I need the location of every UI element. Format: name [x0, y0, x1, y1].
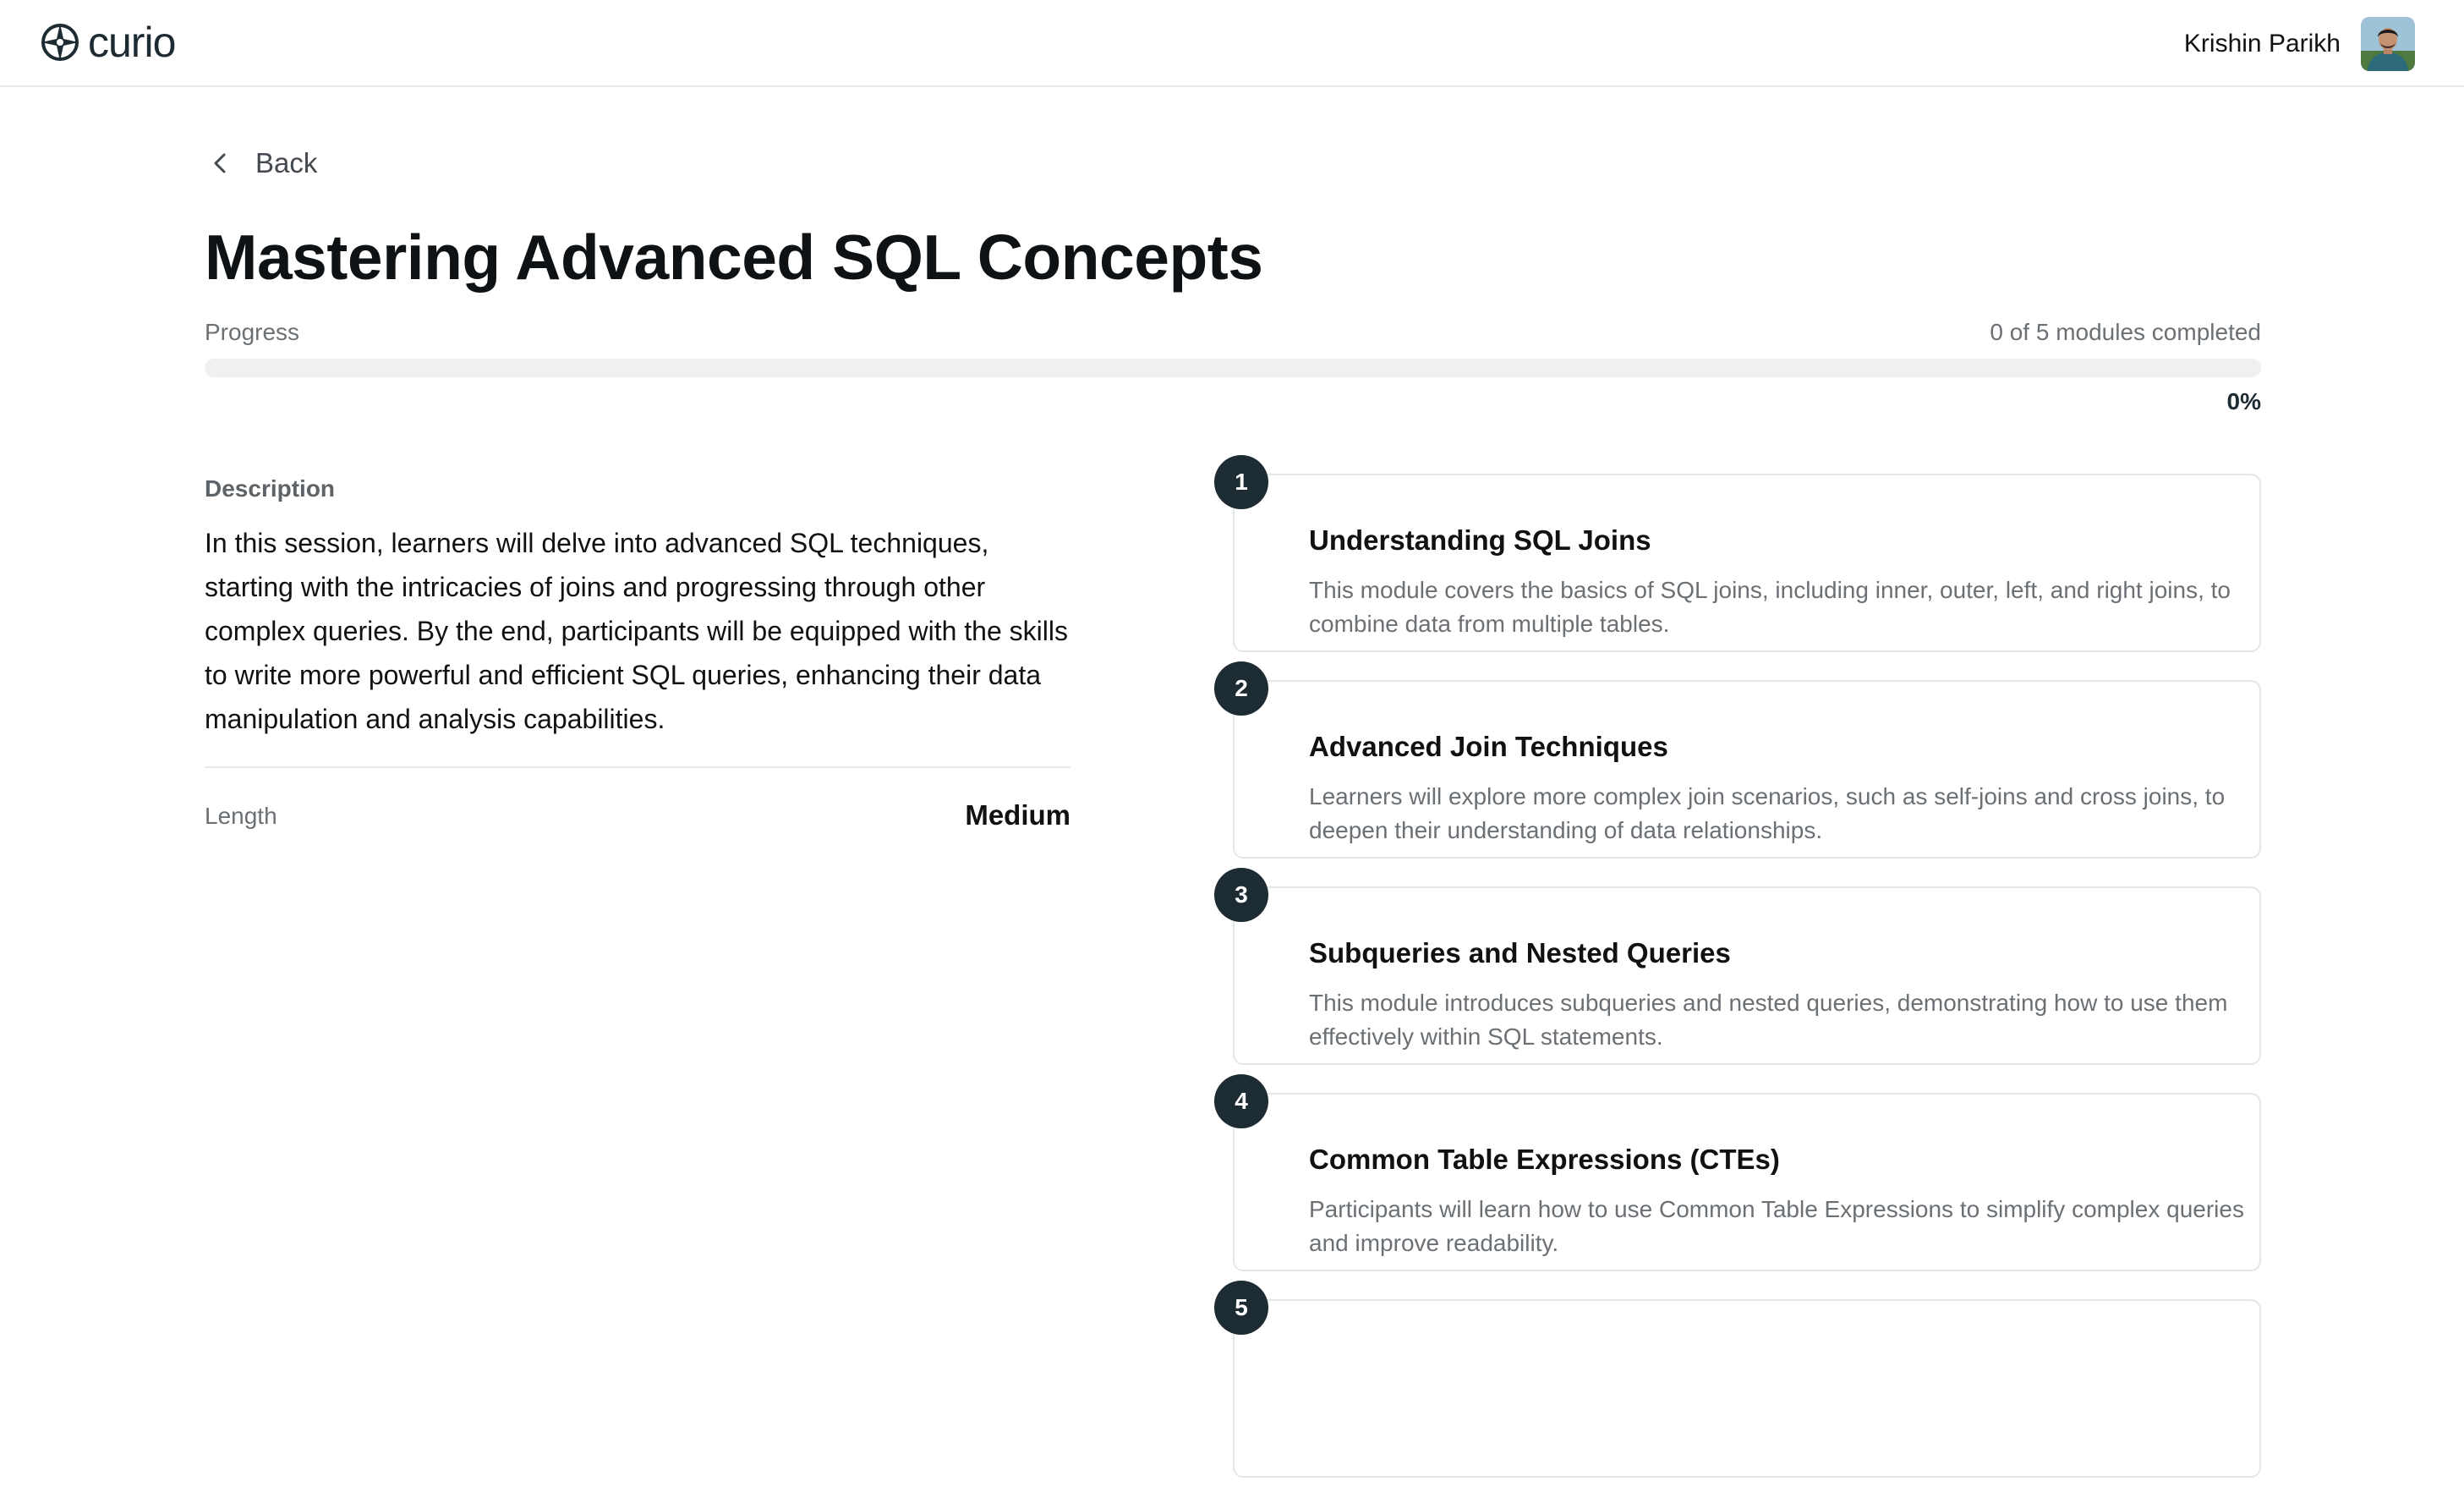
divider: [205, 766, 1070, 768]
module-card[interactable]: Advanced Join Techniques Learners will e…: [1233, 680, 2261, 859]
user-name: Krishin Parikh: [2183, 30, 2341, 58]
module-description: Learners will explore more complex join …: [1309, 783, 2226, 843]
module-description: Participants will learn how to use Commo…: [1309, 1196, 2244, 1256]
module-title: Advanced Join Techniques: [1309, 731, 1668, 762]
module-item: 5: [1214, 1281, 2263, 1487]
user-menu[interactable]: Krishin Parikh: [2184, 17, 2415, 71]
description-heading: Description: [205, 475, 336, 502]
module-number-badge: 1: [1214, 455, 1268, 509]
module-card[interactable]: Common Table Expressions (CTEs) Particip…: [1233, 1093, 2261, 1271]
brand-logo[interactable]: curio: [41, 17, 176, 68]
top-header: curio Krishin Parikh: [0, 0, 2464, 87]
module-title: Subqueries and Nested Queries: [1309, 937, 1731, 968]
chevron-left-icon: [214, 153, 226, 173]
module-number-badge: 5: [1214, 1281, 1268, 1335]
module-title: Common Table Expressions (CTEs): [1309, 1144, 1780, 1175]
module-number-badge: 2: [1214, 661, 1268, 716]
module-description: This module covers the basics of SQL joi…: [1309, 577, 2231, 637]
module-number-badge: 3: [1214, 868, 1268, 922]
avatar[interactable]: [2361, 17, 2415, 71]
module-list: 1 Understanding SQL Joins This module co…: [1214, 455, 2263, 1487]
compass-star-logo-icon: [41, 24, 79, 61]
back-label: Back: [255, 147, 318, 178]
progress-count: 0 of 5 modules completed: [1990, 319, 2261, 345]
progress-label: Progress: [205, 319, 300, 345]
module-item: 4 Common Table Expressions (CTEs) Partic…: [1214, 1074, 2263, 1281]
module-description: This module introduces subqueries and ne…: [1309, 990, 2228, 1050]
module-card[interactable]: [1233, 1299, 2261, 1478]
module-item: 3 Subqueries and Nested Queries This mod…: [1214, 868, 2263, 1074]
module-card[interactable]: Understanding SQL Joins This module cove…: [1233, 474, 2261, 652]
back-button[interactable]: Back: [208, 142, 317, 184]
brand-name: curio: [88, 19, 176, 66]
page-title: Mastering Advanced SQL Concepts: [205, 222, 1263, 293]
module-item: 1 Understanding SQL Joins This module co…: [1214, 455, 2263, 661]
module-title: Understanding SQL Joins: [1309, 524, 1651, 556]
length-label: Length: [205, 803, 277, 829]
progress-bar: [205, 359, 2261, 377]
module-number-badge: 4: [1214, 1074, 1268, 1128]
course-description: In this session, learners will delve int…: [205, 528, 1068, 734]
module-item: 2 Advanced Join Techniques Learners will…: [1214, 661, 2263, 868]
progress-percent: 0%: [2226, 388, 2261, 414]
length-value: Medium: [965, 799, 1070, 831]
module-card[interactable]: Subqueries and Nested Queries This modul…: [1233, 886, 2261, 1065]
